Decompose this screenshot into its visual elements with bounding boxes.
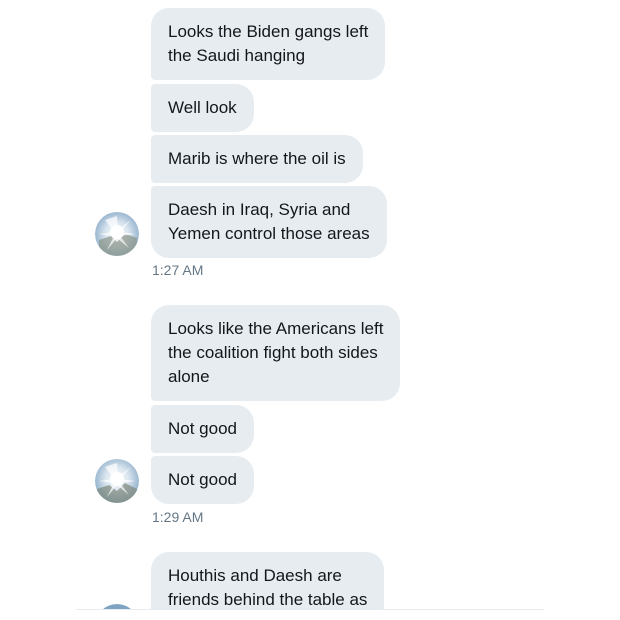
message-bubble[interactable]: Looks like the Americans left the coalit… xyxy=(151,305,401,401)
message-bubble[interactable]: Daesh in Iraq, Syria and Yemen control t… xyxy=(151,186,387,258)
message-bubble[interactable]: Looks the Biden gangs left the Saudi han… xyxy=(151,8,386,80)
message-bubble[interactable]: Marib is where the oil is xyxy=(151,135,363,183)
message-bubble[interactable]: Not good xyxy=(151,405,254,453)
message-timestamp: 1:29 AM xyxy=(152,509,204,525)
message-bubble[interactable]: Houthis and Daesh are friends behind the… xyxy=(151,552,385,610)
sender-avatar-icon[interactable] xyxy=(95,459,139,503)
message-timestamp: 1:27 AM xyxy=(152,262,204,278)
conversation-thread[interactable]: Looks the Biden gangs left the Saudi han… xyxy=(0,0,620,610)
divider xyxy=(76,609,544,610)
message-bubble[interactable]: Well look xyxy=(151,84,254,132)
message-bubble[interactable]: Not good xyxy=(151,456,254,504)
sender-avatar-icon[interactable] xyxy=(95,212,139,256)
